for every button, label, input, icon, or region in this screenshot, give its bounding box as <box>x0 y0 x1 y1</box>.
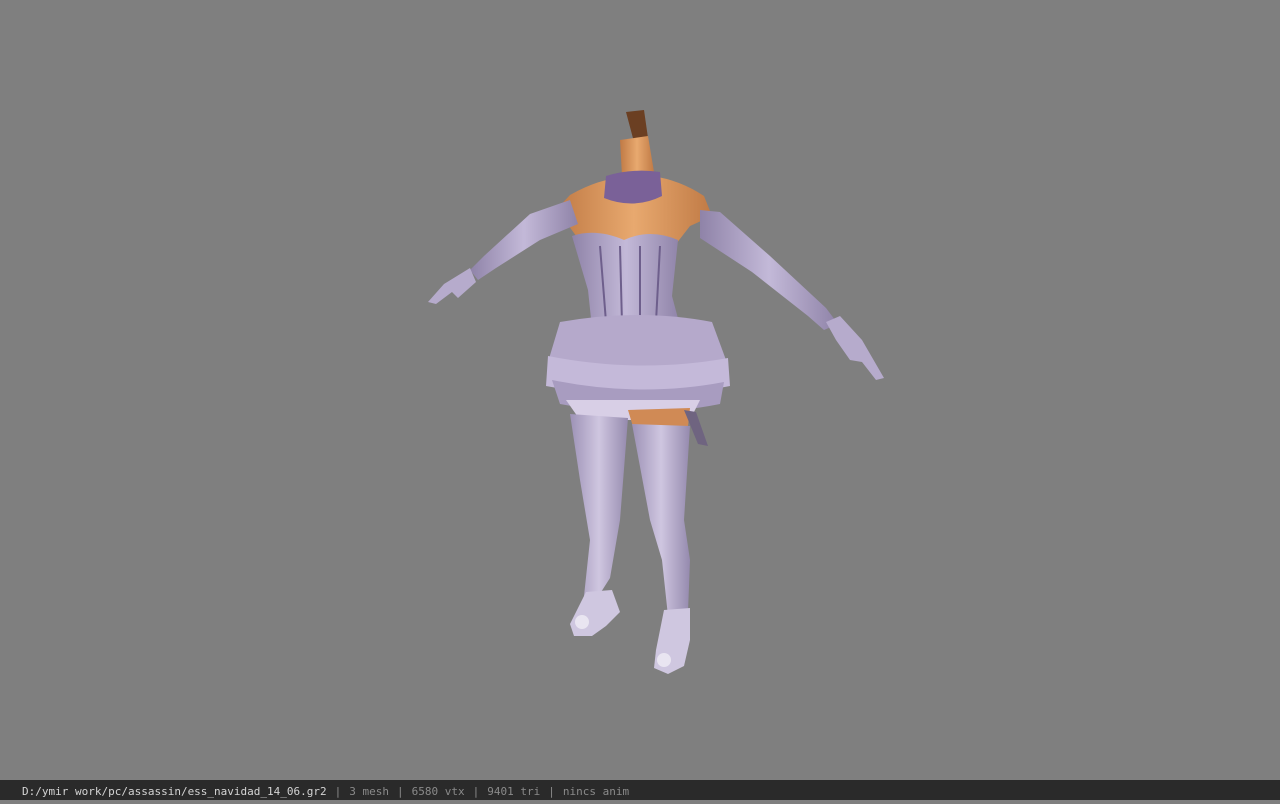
character-model <box>428 110 884 674</box>
anim-status: nincs anim <box>562 785 630 798</box>
skirt <box>546 315 730 420</box>
neck <box>620 110 654 176</box>
left-arm <box>428 200 578 304</box>
separator: | <box>472 785 480 798</box>
status-bar: D:/ymir work/pc/assassin/ess_navidad_14_… <box>0 780 1280 800</box>
mesh-count: 3 mesh <box>349 785 390 798</box>
choker <box>604 170 662 204</box>
separator: | <box>397 785 404 798</box>
corset <box>572 232 680 328</box>
file-path: D:/ymir work/pc/assassin/ess_navidad_14_… <box>22 785 327 798</box>
separator: | <box>334 785 342 798</box>
right-arm <box>700 210 884 380</box>
legs <box>570 414 690 616</box>
triangle-count: 9401 tri <box>487 785 541 798</box>
3d-viewport[interactable] <box>0 0 1280 780</box>
vertex-count: 6580 vtx <box>411 785 465 798</box>
separator: | <box>548 785 555 798</box>
